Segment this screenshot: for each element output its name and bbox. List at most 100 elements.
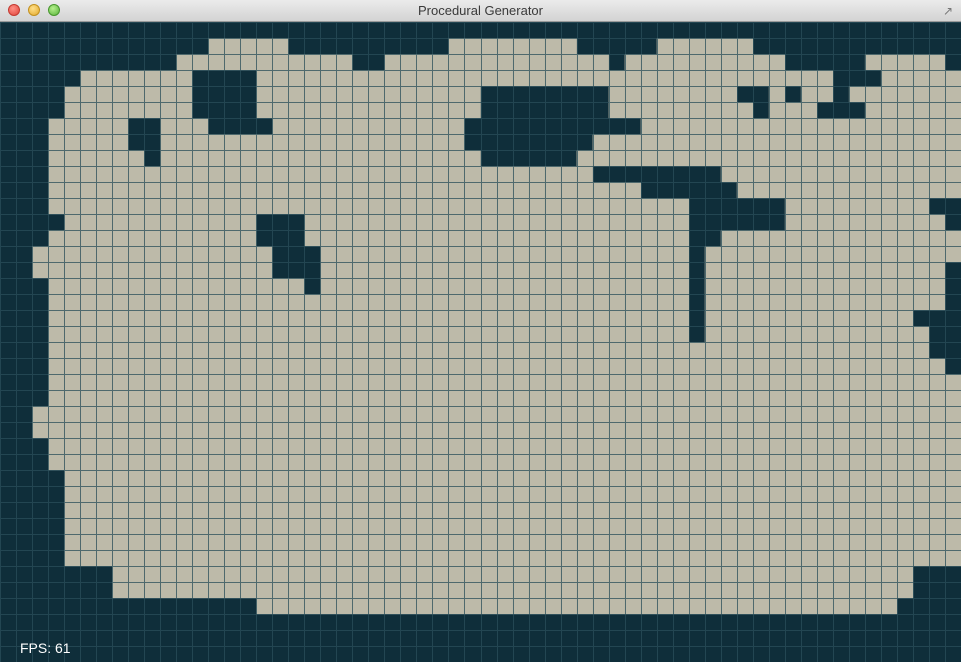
- floor-cell: [608, 390, 625, 407]
- floor-cell: [224, 438, 241, 455]
- floor-cell: [176, 470, 193, 487]
- floor-cell: [912, 470, 930, 487]
- floor-cell: [944, 102, 961, 119]
- floor-cell: [896, 86, 914, 103]
- floor-cell: [768, 118, 786, 135]
- floor-cell: [928, 358, 946, 375]
- floor-cell: [352, 214, 369, 231]
- floor-cell: [512, 310, 529, 327]
- floor-cell: [768, 166, 786, 183]
- floor-cell: [448, 358, 465, 375]
- floor-cell: [368, 358, 385, 375]
- floor-cell: [160, 582, 177, 599]
- title-bar[interactable]: Procedural Generator ↗: [0, 0, 961, 22]
- floor-cell: [736, 150, 754, 167]
- floor-cell: [896, 70, 914, 87]
- floor-cell: [368, 566, 385, 583]
- floor-cell: [672, 70, 690, 87]
- floor-cell: [464, 166, 481, 183]
- floor-cell: [544, 310, 561, 327]
- floor-cell: [464, 230, 481, 247]
- floor-cell: [80, 102, 97, 119]
- floor-cell: [432, 342, 449, 359]
- floor-cell: [576, 518, 593, 535]
- fullscreen-icon[interactable]: ↗: [941, 4, 955, 18]
- floor-cell: [304, 550, 321, 567]
- floor-cell: [144, 230, 161, 247]
- floor-cell: [368, 582, 385, 599]
- floor-cell: [576, 438, 593, 455]
- floor-cell: [800, 134, 818, 151]
- floor-cell: [496, 534, 513, 551]
- floor-cell: [688, 582, 706, 599]
- floor-cell: [160, 358, 177, 375]
- floor-cell: [608, 326, 625, 343]
- floor-cell: [64, 86, 81, 103]
- floor-cell: [96, 470, 113, 487]
- floor-cell: [864, 534, 882, 551]
- floor-cell: [128, 86, 145, 103]
- floor-cell: [128, 550, 145, 567]
- floor-cell: [608, 470, 625, 487]
- floor-cell: [112, 438, 129, 455]
- floor-cell: [400, 374, 417, 391]
- floor-cell: [496, 406, 513, 423]
- floor-cell: [496, 598, 513, 615]
- floor-cell: [160, 70, 177, 87]
- floor-cell: [576, 486, 593, 503]
- floor-cell: [672, 518, 690, 535]
- floor-cell: [720, 70, 738, 87]
- floor-cell: [224, 294, 241, 311]
- floor-cell: [160, 198, 177, 215]
- floor-cell: [432, 118, 449, 135]
- floor-cell: [176, 118, 193, 135]
- floor-cell: [96, 230, 113, 247]
- floor-cell: [368, 598, 385, 615]
- generator-viewport[interactable]: [0, 22, 961, 662]
- floor-cell: [384, 486, 401, 503]
- floor-cell: [688, 70, 706, 87]
- floor-cell: [768, 262, 786, 279]
- floor-cell: [640, 374, 657, 391]
- floor-cell: [112, 486, 129, 503]
- floor-cell: [448, 262, 465, 279]
- floor-cell: [608, 358, 625, 375]
- floor-cell: [352, 294, 369, 311]
- floor-cell: [448, 326, 465, 343]
- floor-cell: [720, 518, 738, 535]
- floor-cell: [704, 374, 722, 391]
- floor-cell: [800, 182, 818, 199]
- floor-cell: [432, 102, 449, 119]
- floor-cell: [864, 326, 882, 343]
- floor-cell: [752, 278, 770, 295]
- floor-cell: [864, 374, 882, 391]
- floor-cell: [80, 118, 97, 135]
- floor-cell: [544, 54, 561, 71]
- floor-cell: [416, 486, 433, 503]
- floor-cell: [272, 150, 289, 167]
- floor-cell: [464, 598, 481, 615]
- floor-cell: [912, 70, 930, 87]
- floor-cell: [864, 438, 882, 455]
- floor-cell: [800, 342, 818, 359]
- floor-cell: [912, 358, 930, 375]
- floor-cell: [304, 86, 321, 103]
- floor-cell: [432, 182, 449, 199]
- floor-cell: [544, 246, 561, 263]
- floor-cell: [48, 294, 65, 311]
- floor-cell: [640, 70, 657, 87]
- floor-cell: [400, 598, 417, 615]
- floor-cell: [528, 38, 545, 55]
- floor-cell: [176, 422, 193, 439]
- floor-cell: [560, 246, 577, 263]
- floor-cell: [416, 358, 433, 375]
- floor-cell: [752, 118, 770, 135]
- floor-cell: [896, 262, 914, 279]
- floor-cell: [64, 278, 81, 295]
- floor-cell: [208, 150, 225, 167]
- floor-cell: [528, 182, 545, 199]
- floor-cell: [480, 518, 497, 535]
- floor-cell: [752, 438, 770, 455]
- floor-cell: [464, 70, 481, 87]
- floor-cell: [160, 86, 177, 103]
